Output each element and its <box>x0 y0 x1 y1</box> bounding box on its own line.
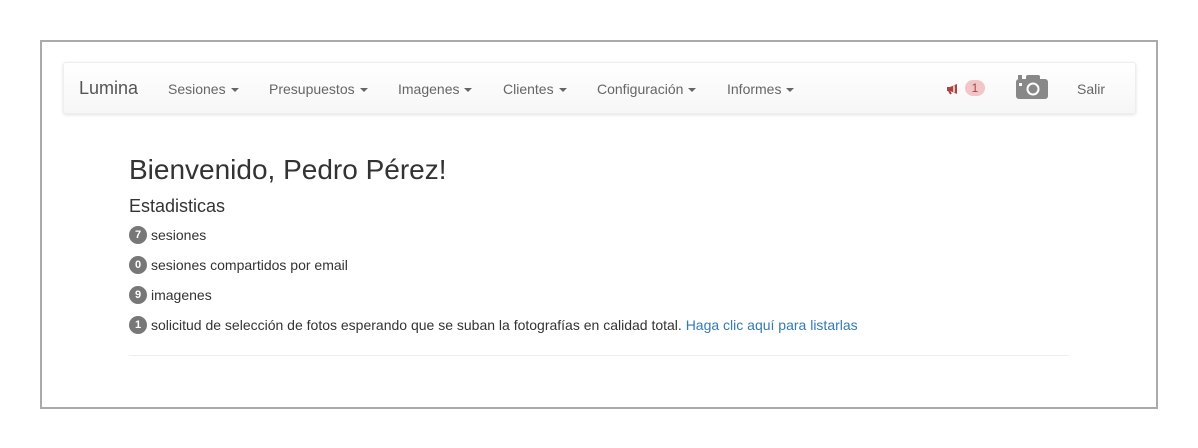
stat-shared-sessions: 0 sesiones compartidos por email <box>129 256 1069 286</box>
caret-down-icon <box>230 88 239 93</box>
menu-label: Presupuestos <box>269 81 355 97</box>
menu-clientes[interactable]: Clientes <box>503 81 567 97</box>
notification-count-badge: 1 <box>965 80 985 96</box>
menu-label: Configuración <box>597 81 684 97</box>
count-badge: 1 <box>129 316 147 334</box>
content-divider <box>129 355 1069 356</box>
stat-images: 9 imagenes <box>129 286 1069 316</box>
welcome-heading: Bienvenido, Pedro Pérez! <box>129 154 447 185</box>
menu-configuracion[interactable]: Configuración <box>597 81 697 97</box>
count-badge: 0 <box>129 256 147 274</box>
menu-imagenes[interactable]: Imagenes <box>398 81 473 97</box>
stat-label: imagenes <box>151 287 212 303</box>
bullhorn-icon <box>947 84 957 95</box>
menu-informes[interactable]: Informes <box>727 81 795 97</box>
stat-label: sesiones <box>151 227 207 243</box>
brand-logo[interactable]: Lumina <box>79 78 138 99</box>
caret-down-icon <box>786 88 795 93</box>
menu-label: Clientes <box>503 81 554 97</box>
camera-button[interactable] <box>1015 74 1049 105</box>
menu-presupuestos[interactable]: Presupuestos <box>269 81 368 97</box>
camera-icon <box>1016 75 1048 99</box>
stat-label: sesiones compartidos por email <box>151 257 348 273</box>
stat-label: solicitud de selección de fotos esperand… <box>151 317 682 333</box>
logout-link[interactable]: Salir <box>1077 81 1105 97</box>
menu-label: Imagenes <box>398 81 460 97</box>
count-badge: 7 <box>129 226 147 244</box>
caret-down-icon <box>464 88 473 93</box>
app-window: Lumina Sesiones Presupuestos Imagenes Cl… <box>40 40 1158 409</box>
top-navbar: Lumina Sesiones Presupuestos Imagenes Cl… <box>63 62 1136 114</box>
menu-sesiones[interactable]: Sesiones <box>168 81 239 97</box>
menu-label: Sesiones <box>168 81 226 97</box>
list-requests-link[interactable]: Haga clic aquí para listarlas <box>686 317 858 333</box>
caret-down-icon <box>688 88 697 93</box>
caret-down-icon <box>359 88 368 93</box>
menu-label: Informes <box>727 81 782 97</box>
caret-down-icon <box>558 88 567 93</box>
count-badge: 9 <box>129 286 147 304</box>
stat-sessions: 7 sesiones <box>129 226 1069 256</box>
stats-heading: Estadisticas <box>129 196 226 216</box>
stat-pending-requests: 1 solicitud de selección de fotos esperan… <box>129 316 1069 346</box>
main-content: Bienvenido, Pedro Pérez! Estadisticas 7s… <box>129 152 1069 346</box>
